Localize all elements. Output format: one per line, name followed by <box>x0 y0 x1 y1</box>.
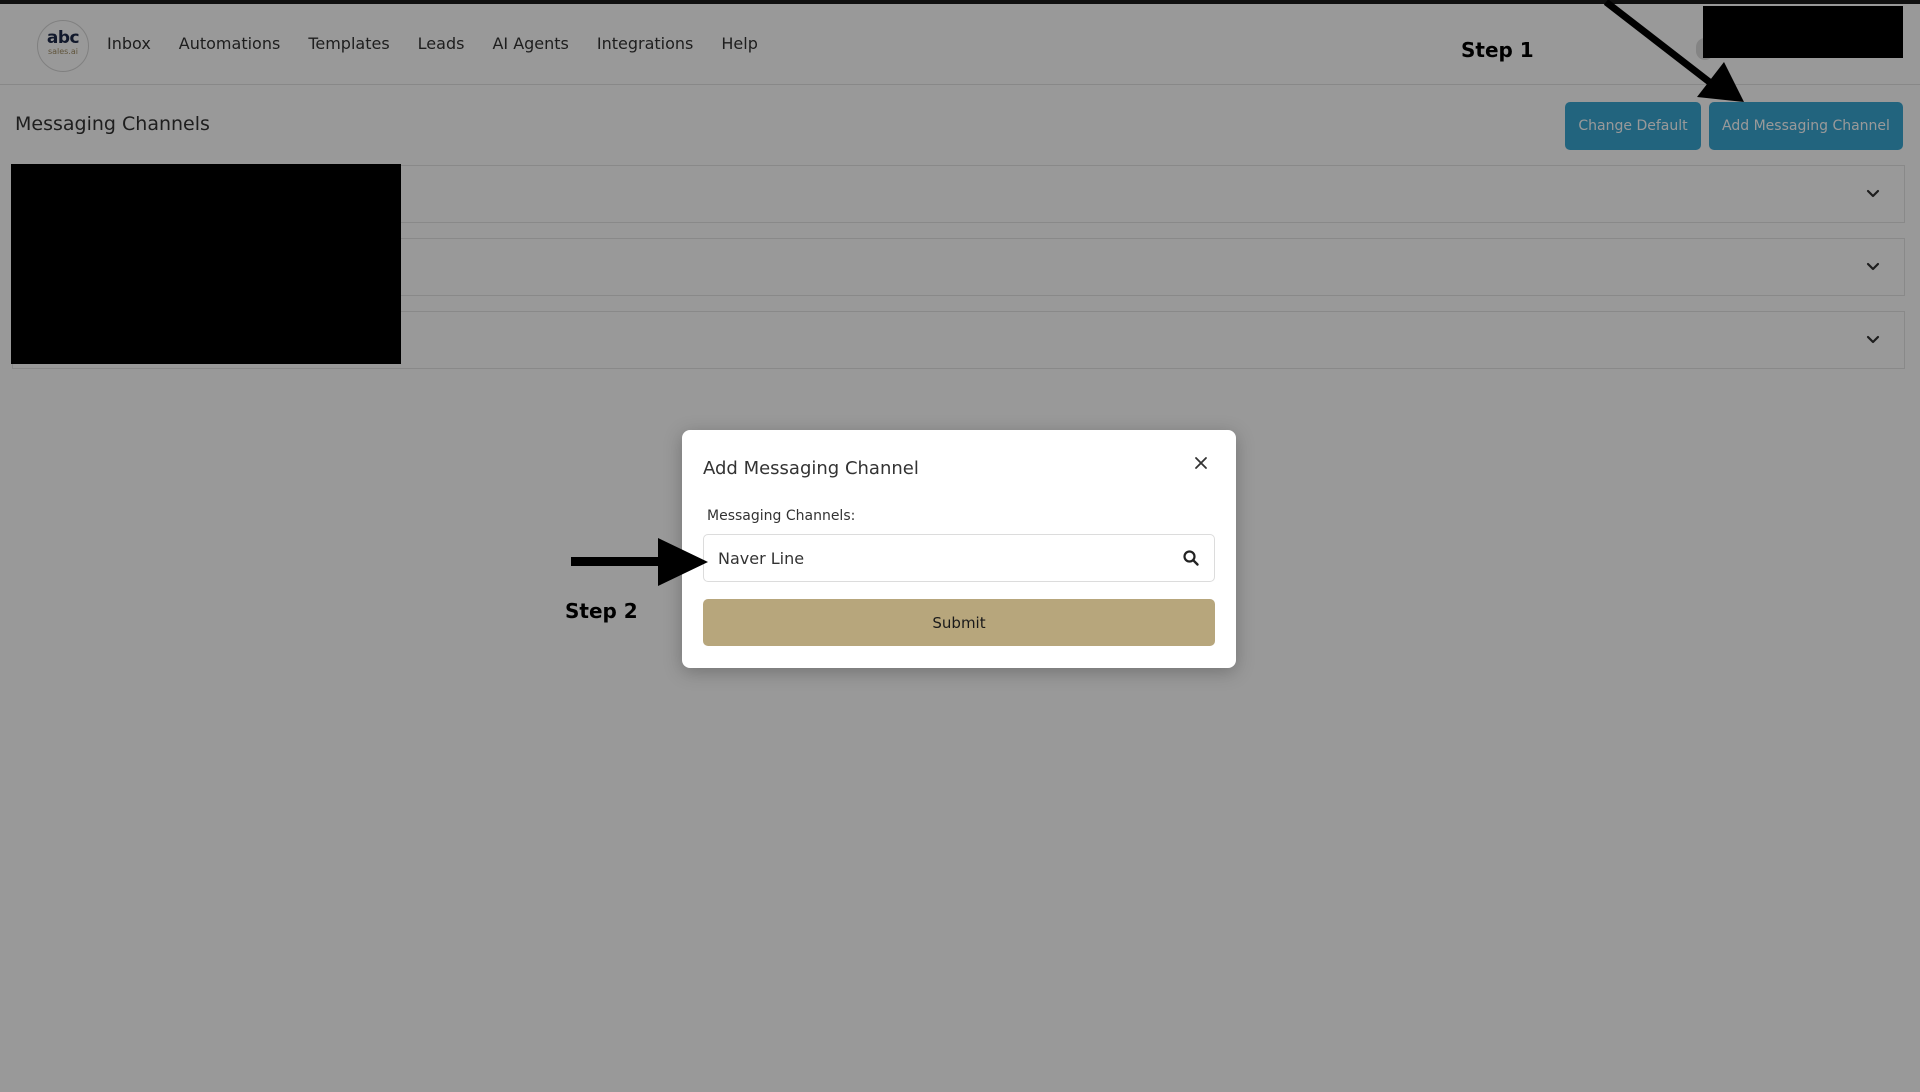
redaction-block <box>1703 6 1903 58</box>
step1-label: Step 1 <box>1461 38 1534 62</box>
close-icon[interactable] <box>1190 452 1212 474</box>
field-label: Messaging Channels: <box>707 508 856 524</box>
channel-search-field[interactable] <box>703 534 1215 582</box>
redaction-block <box>11 164 401 364</box>
step2-label: Step 2 <box>565 599 638 623</box>
channel-search-input[interactable] <box>718 546 1158 570</box>
dialog-title: Add Messaging Channel <box>703 458 919 479</box>
submit-button[interactable]: Submit <box>703 599 1215 646</box>
add-messaging-channel-dialog: Add Messaging Channel Messaging Channels… <box>682 430 1236 668</box>
search-icon[interactable] <box>1182 549 1200 567</box>
